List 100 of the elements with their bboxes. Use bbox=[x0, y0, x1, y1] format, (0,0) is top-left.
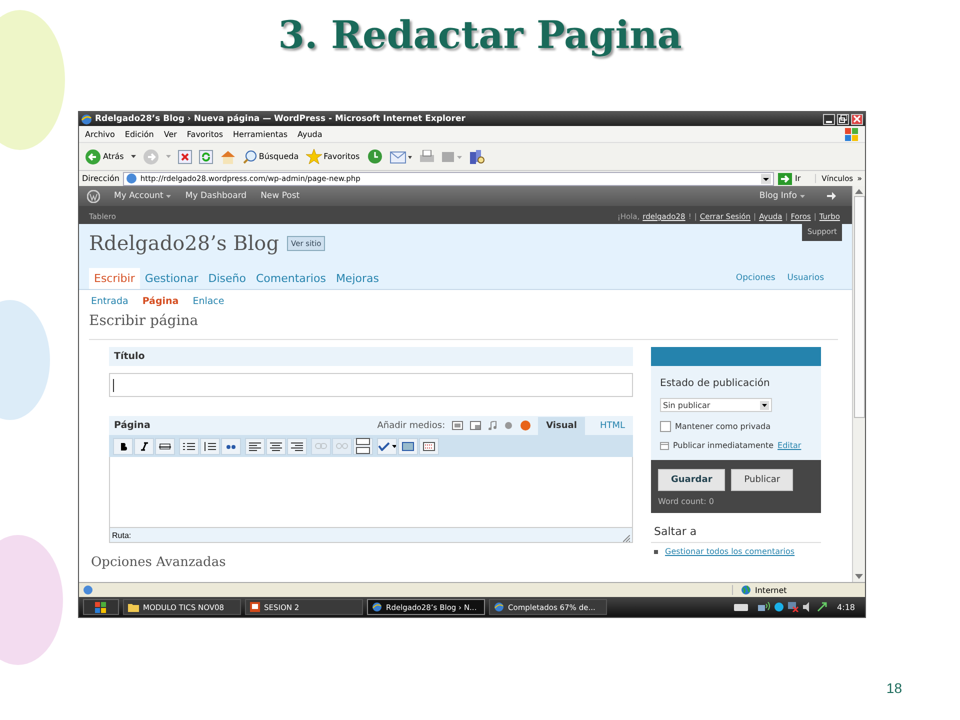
browser-icon bbox=[81, 114, 92, 124]
arrow-right-icon[interactable] bbox=[827, 192, 836, 200]
nav-tab[interactable]: Diseño bbox=[203, 268, 251, 289]
align-left-button[interactable] bbox=[245, 438, 265, 454]
editor-label: Página bbox=[114, 420, 150, 431]
jump-title: Saltar a bbox=[651, 525, 821, 543]
menu-item[interactable]: Edición bbox=[124, 130, 154, 138]
nav-tab[interactable]: Comentarios bbox=[250, 268, 331, 289]
nav-tab[interactable]: Mejoras bbox=[330, 268, 384, 289]
media-icon[interactable] bbox=[520, 420, 532, 431]
bullet-list-button[interactable] bbox=[179, 438, 199, 454]
sub-tab[interactable]: Entrada bbox=[91, 296, 128, 307]
nav-link[interactable]: Usuarios bbox=[775, 273, 824, 289]
blog-title: Rdelgado28’s Blog bbox=[89, 231, 280, 255]
private-label: Mantener como privada bbox=[675, 422, 770, 431]
restore-button[interactable] bbox=[837, 114, 849, 124]
vertical-scrollbar[interactable] bbox=[852, 186, 865, 582]
wordpress-logo-icon[interactable] bbox=[87, 190, 100, 202]
align-right-icon bbox=[291, 442, 303, 450]
browser-icon bbox=[372, 602, 382, 612]
start-button[interactable] bbox=[83, 599, 119, 615]
page-number: 18 bbox=[886, 680, 902, 696]
sub-tab[interactable]: Página bbox=[142, 296, 179, 307]
minimize-button[interactable] bbox=[823, 114, 835, 124]
close-button[interactable] bbox=[851, 114, 863, 124]
menu-item[interactable]: Ayuda bbox=[298, 130, 322, 138]
resize-grip-icon[interactable] bbox=[623, 535, 630, 542]
nav-tab[interactable]: Gestionar bbox=[140, 268, 204, 289]
dropdown-icon bbox=[760, 400, 769, 410]
search-button[interactable]: Búsqueda bbox=[242, 150, 299, 164]
stop-icon[interactable] bbox=[178, 150, 192, 164]
network-error-icon[interactable] bbox=[788, 602, 800, 612]
keyboard-icon[interactable] bbox=[734, 604, 748, 610]
admin-bar-link[interactable]: New Post bbox=[260, 191, 300, 201]
back-button[interactable]: Atrás bbox=[85, 148, 124, 164]
more-links-button[interactable]: » bbox=[857, 174, 862, 183]
menu-item[interactable]: Favoritos bbox=[186, 130, 224, 138]
page-icon bbox=[83, 585, 93, 595]
edit-link[interactable]: Editar bbox=[778, 441, 802, 450]
scroll-up-icon[interactable] bbox=[855, 189, 863, 194]
page-break-icon bbox=[356, 438, 370, 454]
private-checkbox[interactable] bbox=[660, 421, 671, 432]
printer-icon[interactable] bbox=[418, 150, 435, 164]
scroll-down-icon[interactable] bbox=[855, 574, 863, 579]
fullscreen-button[interactable] bbox=[398, 438, 418, 454]
menu-item[interactable]: Archivo bbox=[85, 130, 115, 138]
title-label: Título bbox=[109, 347, 633, 366]
refresh-icon[interactable] bbox=[198, 150, 213, 164]
jump-link[interactable]: Gestionar todos los comentarios bbox=[665, 547, 795, 556]
numbered-list-button[interactable] bbox=[200, 438, 220, 454]
mail-icon[interactable] bbox=[390, 150, 412, 164]
editor-mode-tab[interactable]: Visual bbox=[538, 417, 585, 435]
toolbar-toggle-icon bbox=[423, 442, 435, 450]
favorites-button[interactable]: Favoritos bbox=[306, 149, 360, 164]
history-icon[interactable] bbox=[366, 149, 383, 164]
sub-tab[interactable]: Enlace bbox=[192, 296, 224, 307]
strikethrough-button[interactable] bbox=[155, 438, 175, 454]
admin-bar-link[interactable]: My Dashboard bbox=[185, 191, 247, 201]
italic-button[interactable] bbox=[134, 438, 154, 454]
window-title: Rdelgado28’s Blog › Nueva página — WordPress - Microsoft Internet Explorer bbox=[95, 114, 466, 124]
video-icon[interactable] bbox=[470, 421, 482, 430]
link-icon bbox=[315, 443, 327, 449]
home-icon[interactable] bbox=[220, 150, 236, 164]
research-icon[interactable] bbox=[468, 148, 485, 164]
title-field[interactable] bbox=[109, 373, 633, 397]
menu-item[interactable]: Herramientas bbox=[233, 130, 288, 138]
close-icon bbox=[853, 115, 861, 123]
more-tag-button[interactable] bbox=[353, 438, 373, 454]
bold-icon bbox=[118, 442, 128, 450]
page-icon bbox=[126, 173, 138, 184]
network-icon[interactable] bbox=[758, 602, 770, 612]
spellcheck-button[interactable] bbox=[377, 438, 397, 454]
windows-logo-icon bbox=[845, 128, 859, 140]
image-icon[interactable] bbox=[452, 421, 464, 430]
publish-button[interactable]: Publicar bbox=[731, 469, 794, 491]
arrows-icon[interactable] bbox=[817, 602, 828, 612]
unlink-icon bbox=[336, 443, 348, 449]
go-button[interactable]: Ir bbox=[778, 172, 811, 184]
editor-mode-tab[interactable]: HTML bbox=[592, 417, 633, 435]
caret-icon[interactable] bbox=[130, 155, 136, 158]
dropdown-icon[interactable] bbox=[761, 174, 771, 184]
slides-icon bbox=[250, 602, 260, 612]
nav-link[interactable]: Opciones bbox=[724, 273, 776, 289]
bold-button[interactable] bbox=[113, 438, 133, 454]
kitchen-sink-button[interactable] bbox=[419, 438, 439, 454]
blockquote-button[interactable] bbox=[221, 438, 241, 454]
music-note-icon[interactable] bbox=[488, 421, 498, 430]
blog-info-menu[interactable]: Blog Info bbox=[759, 191, 805, 201]
fullscreen-icon bbox=[402, 442, 414, 450]
security-zone-text: Internet bbox=[755, 586, 787, 594]
align-center-icon bbox=[270, 442, 282, 450]
menu-item[interactable]: Ver bbox=[164, 130, 177, 138]
status-select[interactable]: Sin publicar bbox=[660, 398, 772, 412]
nav-tab[interactable]: Escribir bbox=[89, 268, 140, 289]
align-center-button[interactable] bbox=[266, 438, 286, 454]
align-right-button[interactable] bbox=[287, 438, 307, 454]
calendar-icon bbox=[660, 441, 669, 450]
save-button[interactable]: Guardar bbox=[658, 469, 726, 491]
admin-bar-link[interactable]: My Account bbox=[114, 191, 172, 201]
messenger-icon[interactable] bbox=[774, 602, 784, 612]
